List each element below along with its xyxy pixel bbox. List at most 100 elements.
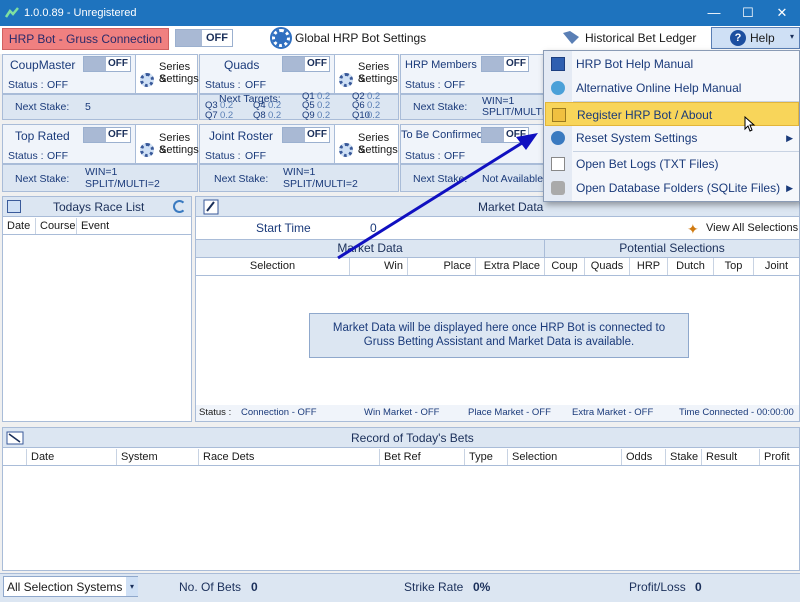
quads-toggle[interactable]: OFF	[282, 56, 330, 72]
chevron-down-icon[interactable]: ▾	[126, 577, 138, 596]
menu-item-online-help[interactable]: Alternative Online Help Manual	[545, 76, 799, 100]
close-button[interactable]: ✕	[765, 0, 799, 26]
help-menu: HRP Bot Help Manual Alternative Online H…	[543, 50, 800, 202]
coupmaster-stake: 5	[85, 101, 91, 113]
col-result[interactable]: Result	[702, 449, 760, 465]
help-button[interactable]: ? Help ▾	[711, 27, 800, 49]
book-icon	[551, 57, 565, 71]
col-joint[interactable]: Joint	[754, 258, 799, 275]
joint-roster-status-label: Status :	[205, 150, 241, 162]
joint-roster-status: OFF	[245, 150, 266, 162]
quads-status-label: Status :	[205, 79, 241, 91]
historical-ledger-link[interactable]: Historical Bet Ledger	[585, 31, 696, 45]
profit-loss-value: 0	[695, 580, 702, 594]
view-all-selections-button[interactable]: View All Selections	[706, 222, 798, 234]
race-list-title: Todays Race List	[53, 200, 145, 214]
time-connected: Time Connected - 00:00:00	[679, 407, 794, 418]
joint-roster-stake-label: Next Stake:	[214, 173, 269, 185]
globe-icon	[551, 81, 565, 95]
col-date[interactable]: Date	[3, 218, 36, 234]
col-odds[interactable]: Odds	[622, 449, 666, 465]
edit-icon	[203, 199, 219, 215]
series-gear-icon	[339, 73, 353, 87]
system-filter-value: All Selection Systems	[7, 580, 123, 594]
gear-icon[interactable]	[270, 27, 292, 49]
col-course[interactable]: Course	[36, 218, 77, 234]
document-icon	[551, 157, 565, 171]
top-rated-stake-split: SPLIT/MULTI=2	[85, 178, 160, 190]
market-message-line1: Market Data will be displayed here once …	[332, 322, 666, 334]
annotation-arrow	[337, 133, 538, 260]
quads-series-button[interactable]: Series & Settings	[334, 54, 399, 94]
race-list-columns: Date Course Event	[3, 218, 191, 235]
ledger-icon	[563, 31, 579, 44]
col-system[interactable]: System	[117, 449, 199, 465]
status-label: Status :	[199, 407, 232, 418]
coupmaster-status-label: Status :	[8, 79, 44, 91]
title-bar: 1.0.0.89 - Unregistered — ☐ ✕	[0, 0, 800, 26]
col-dutch[interactable]: Dutch	[668, 258, 714, 275]
col-bet-date[interactable]: Date	[27, 449, 117, 465]
quads-status: OFF	[245, 79, 266, 91]
database-icon	[551, 181, 565, 195]
help-icon: ?	[730, 30, 746, 46]
hrp-members-toggle[interactable]: OFF	[481, 56, 529, 72]
chevron-down-icon: ▾	[790, 32, 795, 41]
col-coup[interactable]: Coup	[545, 258, 585, 275]
col-profit[interactable]: Profit	[760, 449, 799, 465]
coupmaster-toggle[interactable]: OFF	[83, 56, 131, 72]
col-event[interactable]: Event	[77, 218, 191, 234]
coupmaster-series-button[interactable]: Series & Settings	[135, 54, 199, 94]
strike-rate-value: 0%	[473, 580, 491, 594]
joint-roster-toggle[interactable]: OFF	[282, 127, 330, 143]
joint-roster-stake-win: WIN=1	[283, 166, 316, 178]
top-rated-status-label: Status :	[8, 150, 44, 162]
col-hrp[interactable]: HRP	[630, 258, 668, 275]
settings-label: Settings	[159, 144, 199, 156]
submenu-arrow-icon: ▶	[786, 183, 793, 193]
col-type[interactable]: Type	[465, 449, 508, 465]
top-rated-series-button[interactable]: Series & Settings	[135, 124, 199, 164]
menu-item-register[interactable]: Register HRP Bot / About	[545, 102, 799, 126]
connection-status: Connection - OFF	[241, 407, 317, 418]
settings-label: Settings	[159, 73, 199, 85]
menu-item-help-manual[interactable]: HRP Bot Help Manual	[545, 52, 799, 76]
col-race-dets[interactable]: Race Dets	[199, 449, 380, 465]
lock-icon	[552, 108, 566, 122]
refresh-icon[interactable]	[173, 200, 186, 213]
col-quads[interactable]: Quads	[585, 258, 630, 275]
section-potential: Potential Selections	[619, 241, 725, 255]
bets-panel: Record of Today's Bets Date System Race …	[2, 427, 800, 571]
calendar-icon	[7, 200, 21, 213]
market-status-bar: Status : Connection - OFF Win Market - O…	[196, 405, 799, 421]
settings-label: Settings	[358, 73, 398, 85]
system-filter-select[interactable]: All Selection Systems ▾	[3, 576, 138, 597]
col-selection[interactable]: Selection	[508, 449, 622, 465]
extra-market-status: Extra Market - OFF	[572, 407, 654, 418]
connection-toggle[interactable]: OFF	[175, 29, 233, 47]
col-selection[interactable]: Selection	[196, 258, 350, 275]
col-stake[interactable]: Stake	[666, 449, 702, 465]
win-market-status: Win Market - OFF	[364, 407, 440, 418]
market-message: Market Data will be displayed here once …	[309, 313, 689, 358]
connection-label: HRP Bot - Gruss Connection	[2, 28, 169, 50]
series-gear-icon	[140, 73, 154, 87]
coupmaster-name: CoupMaster	[10, 58, 76, 72]
menu-item-bet-logs[interactable]: Open Bet Logs (TXT Files)	[545, 152, 799, 176]
top-rated-stake-win: WIN=1	[85, 166, 118, 178]
market-message-line2: Gruss Betting Assistant and Market Data …	[363, 336, 635, 348]
race-list-panel: Todays Race List Date Course Event	[2, 196, 192, 422]
minimize-button[interactable]: —	[697, 0, 731, 26]
quads-name: Quads	[224, 58, 260, 72]
col-top[interactable]: Top	[714, 258, 754, 275]
maximize-button[interactable]: ☐	[731, 0, 765, 26]
col-bet-ref[interactable]: Bet Ref	[380, 449, 465, 465]
menu-item-database-folders[interactable]: Open Database Folders (SQLite Files) ▶	[545, 176, 799, 200]
menu-item-reset-settings[interactable]: Reset System Settings ▶	[545, 126, 799, 150]
strike-rate-label: Strike Rate	[404, 580, 464, 594]
global-settings-link[interactable]: Global HRP Bot Settings	[295, 31, 426, 45]
top-rated-toggle[interactable]: OFF	[83, 127, 131, 143]
mouse-cursor-icon	[744, 116, 756, 132]
top-rated-status: OFF	[47, 150, 68, 162]
no-bets-value: 0	[251, 580, 258, 594]
